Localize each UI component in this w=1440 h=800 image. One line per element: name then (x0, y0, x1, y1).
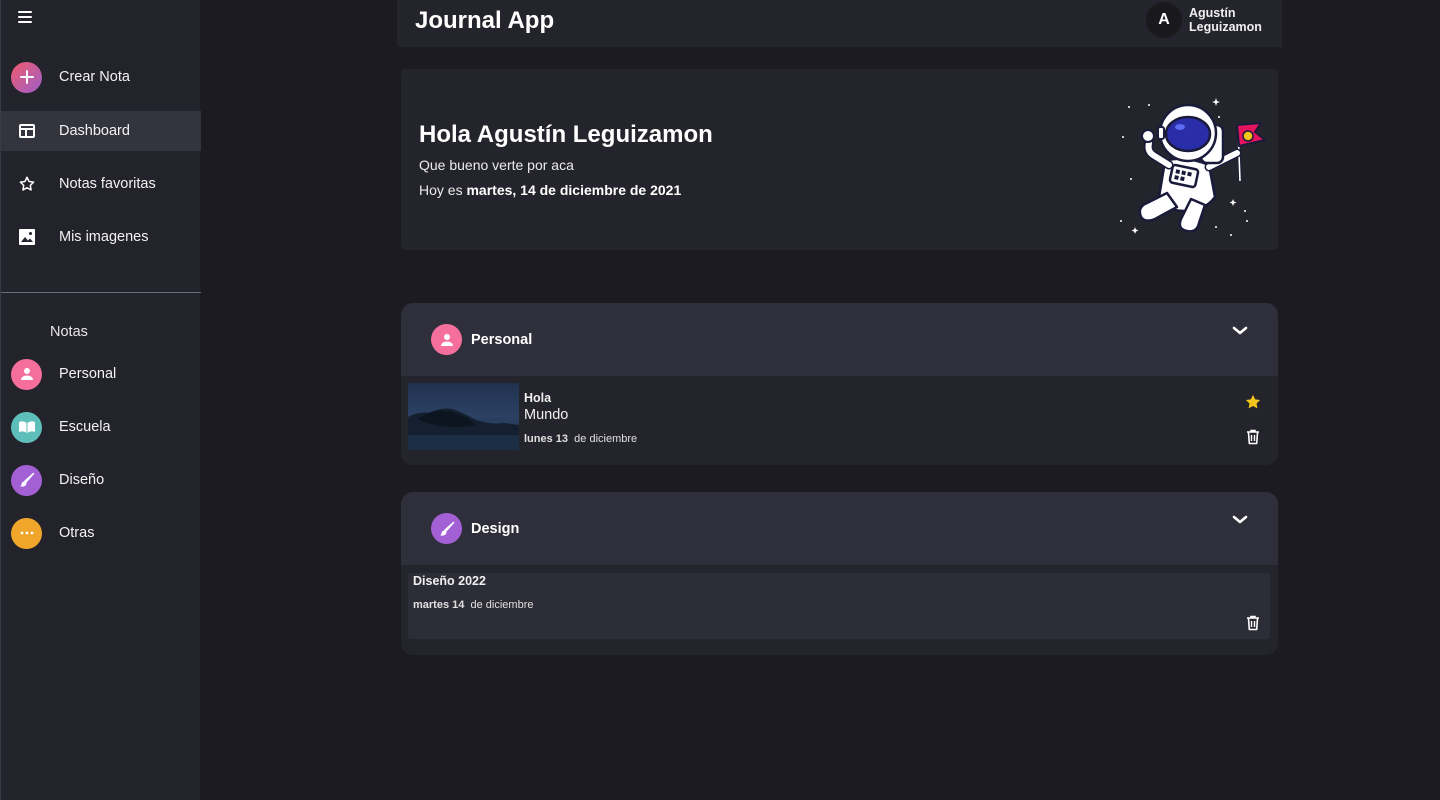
favorite-star-icon[interactable] (1244, 393, 1262, 411)
user-name[interactable]: Agustín Leguizamon (1189, 6, 1262, 34)
category-title: Design (471, 521, 520, 537)
section-title: Notas (50, 324, 88, 340)
delete-icon[interactable] (1246, 615, 1260, 631)
user-first-name: Agustín (1189, 6, 1236, 20)
dashboard-icon (17, 121, 37, 141)
note-item[interactable]: Hola Mundo lunes 13 de diciembre (408, 383, 1270, 450)
sidebar-divider (1, 292, 201, 293)
person-icon (431, 324, 462, 355)
book-icon (11, 411, 42, 443)
today-date-value: martes, 14 de diciembre de 2021 (466, 182, 682, 198)
category-header[interactable]: Personal (401, 303, 1278, 376)
note-date-month: de diciembre (574, 433, 638, 445)
chevron-down-icon[interactable] (1232, 514, 1248, 526)
sidebar-item-favoritas[interactable]: Notas favoritas (1, 164, 201, 204)
star-outline-icon (17, 174, 37, 194)
sidebar: Crear Nota Dashboard Notas favoritas Mis… (0, 0, 201, 800)
category-card-design: Design Diseño 2022 martes 14 de diciembr… (401, 492, 1278, 655)
welcome-card: Hola Agustín Leguizamon Que bueno verte … (401, 69, 1278, 250)
sidebar-item-crear-nota[interactable]: Crear Nota (1, 57, 201, 97)
sidebar-item-escuela[interactable]: Escuela (1, 407, 201, 447)
greeting-subtitle: Que bueno verte por aca (419, 157, 574, 173)
note-title: Hola (524, 391, 552, 405)
category-card-personal: Personal Hola Mundo lunes 13 de diciembr… (401, 303, 1278, 465)
note-date-month: de diciembre (470, 599, 534, 611)
sidebar-item-label: Mis imagenes (59, 229, 149, 245)
brush-icon (11, 464, 42, 496)
astronaut-illustration (1120, 98, 1266, 236)
app-title: Journal App (415, 7, 555, 34)
note-body: Mundo (524, 407, 569, 423)
category-header[interactable]: Design (401, 492, 1278, 565)
brush-icon (431, 513, 462, 544)
note-thumbnail (408, 383, 519, 450)
greeting-title: Hola Agustín Leguizamon (419, 121, 713, 148)
sidebar-item-label: Notas favoritas (59, 176, 156, 192)
sidebar-item-diseno[interactable]: Diseño (1, 460, 201, 500)
note-item[interactable]: Diseño 2022 martes 14 de diciembre (408, 573, 1270, 639)
note-date-day: martes 14 (413, 599, 465, 611)
user-last-name: Leguizamon (1189, 20, 1262, 34)
person-icon (11, 358, 42, 390)
sidebar-item-label: Dashboard (59, 123, 130, 139)
delete-icon[interactable] (1246, 429, 1260, 445)
sidebar-item-personal[interactable]: Personal (1, 354, 201, 394)
sidebar-item-label: Personal (59, 366, 117, 382)
sidebar-item-otras[interactable]: Otras (1, 513, 201, 553)
category-title: Personal (471, 332, 533, 348)
sidebar-item-dashboard[interactable]: Dashboard (1, 111, 201, 151)
note-date: martes 14 de diciembre (413, 599, 533, 611)
chevron-down-icon[interactable] (1232, 325, 1248, 337)
menu-icon[interactable] (18, 11, 32, 23)
avatar[interactable]: A (1146, 2, 1182, 38)
note-date-day: lunes 13 (524, 433, 569, 445)
image-icon (17, 227, 37, 247)
sidebar-item-label: Crear Nota (59, 69, 130, 85)
note-date: lunes 13 de diciembre (524, 433, 637, 445)
more-icon (11, 517, 42, 549)
sidebar-item-label: Diseño (59, 472, 105, 488)
sidebar-item-label: Escuela (59, 419, 111, 435)
sidebar-item-imagenes[interactable]: Mis imagenes (1, 217, 201, 257)
plus-icon (11, 61, 42, 93)
today-prefix: Hoy es (419, 182, 463, 198)
app-header: Journal App A Agustín Leguizamon (397, 0, 1282, 47)
note-title: Diseño 2022 (413, 574, 486, 588)
sidebar-item-label: Otras (59, 525, 95, 541)
today-date: Hoy es martes, 14 de diciembre de 2021 (419, 182, 681, 198)
